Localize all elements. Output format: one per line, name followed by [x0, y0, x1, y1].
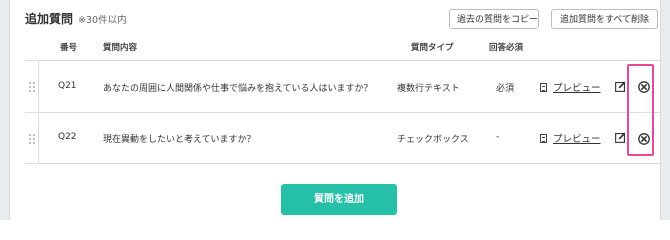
add-question-button[interactable]: 質問を追加 [281, 184, 397, 215]
delete-column-highlight [627, 64, 654, 156]
header-content: 質問内容 [103, 43, 138, 53]
preview-link-label: プレビュー [553, 134, 601, 145]
drag-handle-icon [28, 133, 36, 144]
drag-handle[interactable] [25, 113, 39, 163]
left-rail [0, 0, 10, 220]
question-required: 必須 [496, 84, 515, 94]
edit-icon[interactable] [615, 81, 626, 92]
delete-all-questions-button[interactable]: 追加質問をすべて削除 [551, 9, 658, 29]
right-rail [660, 0, 670, 220]
question-content: 現在異動をしたいと考えていますか？ [103, 135, 256, 145]
preview-link[interactable]: プレビュー [540, 80, 601, 94]
question-type: 複数行テキスト [397, 84, 460, 94]
header-type: 質問タイプ [411, 43, 454, 53]
section-title: 追加質問 ※30件以内 [25, 10, 127, 27]
preview-link-label: プレビュー [553, 83, 601, 94]
document-icon [540, 134, 547, 143]
drag-handle-icon [28, 81, 36, 92]
drag-handle[interactable] [25, 61, 39, 111]
question-type: チェックボックス [397, 135, 469, 145]
edit-icon[interactable] [615, 132, 626, 143]
question-required: - [496, 132, 500, 142]
section-note: ※30件以内 [78, 15, 127, 26]
document-icon [540, 83, 547, 92]
question-number: Q21 [58, 81, 77, 91]
table-row: Q22 現在異動をしたいと考えていますか？ チェックボックス - プレビュー [25, 112, 661, 164]
preview-link[interactable]: プレビュー [540, 131, 601, 145]
section-title-text: 追加質問 [25, 12, 74, 26]
question-number: Q22 [58, 132, 77, 142]
header-required: 回答必須 [489, 43, 524, 53]
table-row: Q21 あなたの周囲に人間関係や仕事で悩みを抱えている人はいますか？ 複数行テキ… [25, 60, 661, 111]
header-number: 番号 [60, 43, 78, 53]
question-content: あなたの周囲に人間関係や仕事で悩みを抱えている人はいますか？ [103, 84, 373, 94]
copy-past-questions-button[interactable]: 過去の質問をコピー [449, 9, 539, 29]
